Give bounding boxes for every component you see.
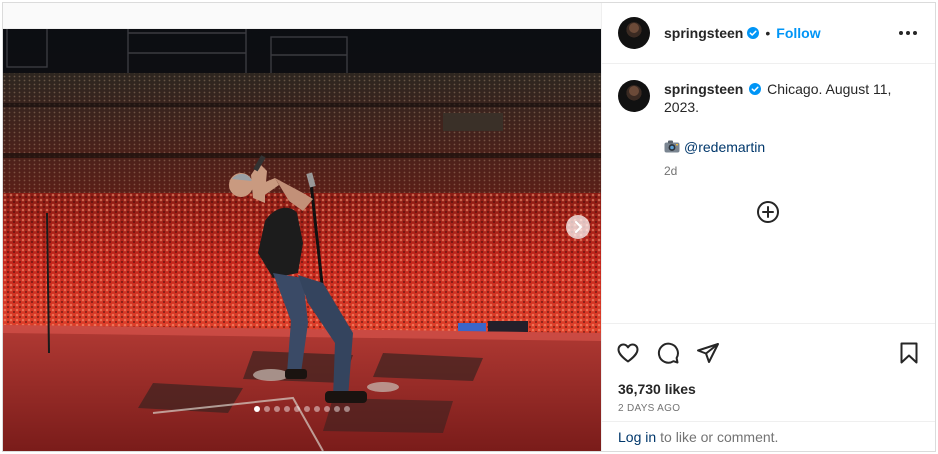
verified-badge-icon xyxy=(747,27,760,39)
camera-emoji-icon xyxy=(664,140,680,153)
post-header: springsteen • Follow xyxy=(602,3,935,64)
save-bookmark-icon[interactable] xyxy=(897,341,921,365)
carousel-dot xyxy=(264,406,270,412)
caption-avatar[interactable] xyxy=(618,80,650,112)
photo-credit: @redemartin xyxy=(664,138,904,156)
post-sidebar: springsteen • Follow springsteen Chicago… xyxy=(601,3,935,451)
separator-bullet: • xyxy=(765,25,771,41)
comments-area: springsteen Chicago. August 11, 2023. @r… xyxy=(602,64,935,323)
login-prompt: Log in to like or comment. xyxy=(602,421,935,451)
caption: springsteen Chicago. August 11, 2023. @r… xyxy=(618,80,919,180)
carousel-dot xyxy=(334,406,340,412)
login-link[interactable]: Log in xyxy=(618,429,656,445)
carousel-dot xyxy=(324,406,330,412)
post-date[interactable]: 2 DAYS AGO xyxy=(618,403,919,414)
verified-badge-icon xyxy=(749,83,762,95)
caption-username[interactable]: springsteen xyxy=(664,81,743,97)
credit-handle-link[interactable]: @redemartin xyxy=(684,139,765,155)
carousel-next-button[interactable] xyxy=(566,215,590,239)
carousel-dot xyxy=(284,406,290,412)
share-icon[interactable] xyxy=(696,341,720,365)
carousel-dot xyxy=(314,406,320,412)
relative-time: 2d xyxy=(664,164,678,178)
carousel-dot xyxy=(344,406,350,412)
carousel-dot xyxy=(254,406,260,412)
concert-photo xyxy=(3,3,601,451)
carousel-dot xyxy=(274,406,280,412)
more-options-icon[interactable] xyxy=(895,27,921,39)
instagram-post: springsteen • Follow springsteen Chicago… xyxy=(2,2,936,452)
post-media[interactable] xyxy=(3,3,601,451)
likes-section: 36,730 likes 2 DAYS AGO xyxy=(602,381,935,421)
comment-icon[interactable] xyxy=(656,341,680,365)
caption-body: springsteen Chicago. August 11, 2023. @r… xyxy=(664,80,904,180)
like-heart-icon[interactable] xyxy=(616,341,640,365)
username-link[interactable]: springsteen xyxy=(664,25,743,41)
action-bar xyxy=(602,323,935,381)
carousel-dot xyxy=(304,406,310,412)
login-suffix: to like or comment. xyxy=(660,428,779,445)
follow-button[interactable]: Follow xyxy=(776,25,820,41)
chevron-right-icon xyxy=(575,221,583,233)
avatar[interactable] xyxy=(618,17,650,49)
media-top-band xyxy=(3,3,601,29)
likes-count[interactable]: 36,730 likes xyxy=(618,381,919,397)
carousel-indicator xyxy=(3,406,601,412)
add-comment-icon[interactable] xyxy=(756,200,780,224)
carousel-dot xyxy=(294,406,300,412)
